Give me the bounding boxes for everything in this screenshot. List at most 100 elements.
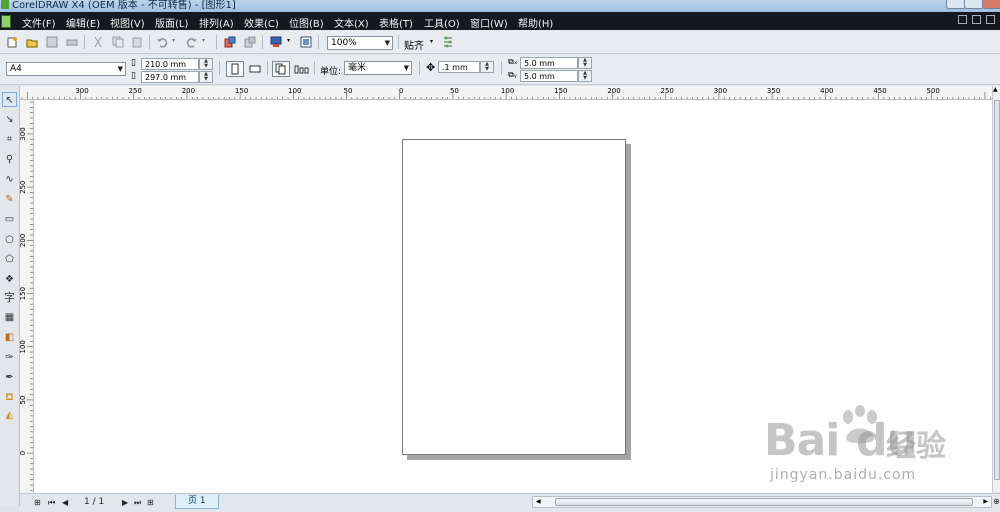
ruler-tick-label: 200	[607, 87, 620, 95]
polygon-tool-icon[interactable]: ⬠	[2, 252, 17, 267]
insert-page-after-icon[interactable]: ⊞	[147, 498, 154, 507]
interactive-blend-tool-icon[interactable]: ◧	[2, 330, 17, 345]
interactive-fill-tool-icon[interactable]: ◭	[2, 408, 17, 423]
ruler-tick-label: 250	[20, 181, 27, 194]
crop-tool-icon[interactable]: ⌗	[2, 132, 17, 147]
current-page-button[interactable]	[292, 61, 310, 77]
toolbar-separator	[149, 35, 150, 49]
ellipse-tool-icon[interactable]: ○	[2, 232, 17, 247]
redo-dropdown-chevron-icon[interactable]: ▾	[202, 37, 214, 49]
snap-dropdown-chevron-icon[interactable]: ▾	[430, 38, 433, 45]
basic-shapes-tool-icon[interactable]: ❖	[2, 272, 17, 287]
copy-icon[interactable]	[112, 36, 124, 48]
fill-tool-icon[interactable]: ⛾	[2, 390, 17, 405]
scroll-left-arrow-icon[interactable]: ◀	[536, 497, 541, 507]
text-tool-icon[interactable]: 字	[2, 290, 17, 305]
table-tool-icon[interactable]: ▦	[2, 310, 17, 325]
duplicate-distance-x-field[interactable]: 5.0 mm	[520, 57, 578, 69]
paste-icon[interactable]	[131, 36, 143, 48]
cut-icon[interactable]	[92, 36, 104, 48]
menu-help[interactable]: 帮助(H)	[518, 15, 553, 30]
menu-table[interactable]: 表格(T)	[379, 15, 413, 30]
scroll-right-arrow-icon[interactable]: ▶	[983, 497, 988, 507]
units-combo[interactable]: 毫米 ▼	[344, 61, 412, 75]
menu-window[interactable]: 窗口(W)	[470, 15, 508, 30]
menu-effects[interactable]: 效果(C)	[244, 15, 279, 30]
duplicate-x-spinner[interactable]: ▲ ▼	[578, 57, 592, 69]
duplicate-distance-y-field[interactable]: 5.0 mm	[520, 70, 578, 82]
nudge-distance-field[interactable]: .1 mm	[438, 61, 480, 73]
options-icon[interactable]	[442, 36, 454, 48]
close-button[interactable]	[982, 0, 1000, 9]
rectangle-tool-icon[interactable]: ▭	[2, 212, 17, 227]
export-icon[interactable]	[244, 36, 256, 48]
horizontal-scroll-thumb[interactable]	[555, 498, 973, 506]
welcome-screen-icon[interactable]	[300, 36, 312, 48]
menu-file[interactable]: 文件(F)	[22, 15, 56, 30]
last-page-icon[interactable]: ⏭	[134, 498, 141, 508]
menu-edit[interactable]: 编辑(E)	[66, 15, 100, 30]
horizontal-ruler[interactable]: 300 250 200 150 100 50 0 50 100 150 200 250 300 350 40…	[20, 86, 992, 100]
page-tab-1[interactable]: 页 1	[175, 495, 219, 509]
mdi-restore-icon[interactable]	[972, 15, 981, 24]
vertical-ruler[interactable]: 300 250 200 150 100 50 0	[20, 100, 34, 493]
document-page[interactable]	[402, 139, 626, 455]
all-pages-button[interactable]	[272, 61, 290, 77]
units-label: 单位:	[320, 67, 342, 77]
menu-arrange[interactable]: 排列(A)	[199, 15, 234, 30]
ruler-tick-label: 350	[767, 87, 780, 95]
undo-icon[interactable]	[156, 36, 168, 48]
zoom-tool-icon[interactable]: ⚲	[2, 152, 17, 167]
outline-pen-tool-icon[interactable]: ✒	[2, 370, 17, 385]
open-folder-icon[interactable]	[26, 36, 38, 48]
new-document-icon[interactable]	[6, 36, 18, 48]
launcher-dropdown-chevron-icon[interactable]: ▾	[287, 37, 299, 49]
landscape-orientation-button[interactable]	[246, 61, 264, 77]
page-height-spinner[interactable]: ▲ ▼	[199, 71, 213, 83]
duplicate-y-spinner[interactable]: ▲ ▼	[578, 70, 592, 82]
shape-tool-icon[interactable]: ↘	[2, 112, 17, 127]
page-height-field[interactable]: 297.0 mm	[141, 71, 199, 83]
menu-bar: 文件(F) 编辑(E) 视图(V) 版面(L) 排列(A) 效果(C) 位图(B…	[0, 12, 1000, 30]
mdi-minimize-icon[interactable]	[958, 15, 967, 24]
vertical-scroll-thumb[interactable]	[994, 100, 1000, 480]
first-page-icon[interactable]: ⏮	[48, 498, 55, 508]
horizontal-scrollbar[interactable]: ◀ ▶	[532, 496, 992, 508]
snap-to-button[interactable]: 贴齐	[404, 37, 424, 52]
next-page-icon[interactable]: ▶	[122, 498, 128, 507]
ruler-tick-label: 50	[20, 396, 27, 405]
vertical-scrollbar[interactable]: ▲	[992, 86, 1000, 492]
menu-bitmaps[interactable]: 位图(B)	[289, 15, 324, 30]
mdi-close-icon[interactable]	[986, 15, 995, 24]
ruler-tick-label: 150	[20, 287, 27, 300]
insert-page-before-icon[interactable]: ⊞	[34, 498, 41, 507]
import-icon[interactable]	[224, 36, 236, 48]
ruler-tick-label: 100	[288, 87, 301, 95]
page-width-field[interactable]: 210.0 mm	[141, 58, 199, 70]
freehand-tool-icon[interactable]: ∿	[2, 172, 17, 187]
save-icon[interactable]	[46, 36, 58, 48]
menu-layout[interactable]: 版面(L)	[155, 15, 188, 30]
smart-fill-tool-icon[interactable]: ✎	[2, 192, 17, 207]
menu-text[interactable]: 文本(X)	[334, 15, 369, 30]
baidu-jingyan-watermark: Bai du 经验 jingyan.baidu.com	[760, 405, 960, 495]
paper-size-combo[interactable]: A4 ▼	[6, 62, 126, 76]
navigator-icon[interactable]: ⊕	[993, 497, 1000, 506]
menu-tools[interactable]: 工具(O)	[424, 15, 460, 30]
scroll-up-arrow-icon[interactable]: ▲	[993, 86, 998, 93]
menu-view[interactable]: 视图(V)	[110, 15, 145, 30]
zoom-level-combo[interactable]: 100% ▼	[327, 36, 393, 50]
print-icon[interactable]	[66, 36, 78, 48]
undo-dropdown-chevron-icon[interactable]: ▾	[172, 37, 184, 49]
maximize-button[interactable]	[964, 0, 984, 9]
minimize-button[interactable]	[946, 0, 966, 9]
previous-page-icon[interactable]: ◀	[62, 498, 68, 507]
portrait-orientation-button[interactable]	[226, 61, 244, 77]
application-launcher-icon[interactable]	[270, 36, 282, 48]
redo-icon[interactable]	[186, 36, 198, 48]
page-width-spinner[interactable]: ▲ ▼	[199, 58, 213, 70]
pick-tool-icon[interactable]: ↖	[2, 92, 17, 107]
eyedropper-tool-icon[interactable]: ✑	[2, 350, 17, 365]
nudge-distance-spinner[interactable]: ▲ ▼	[480, 61, 494, 73]
document-icon[interactable]	[1, 15, 11, 28]
